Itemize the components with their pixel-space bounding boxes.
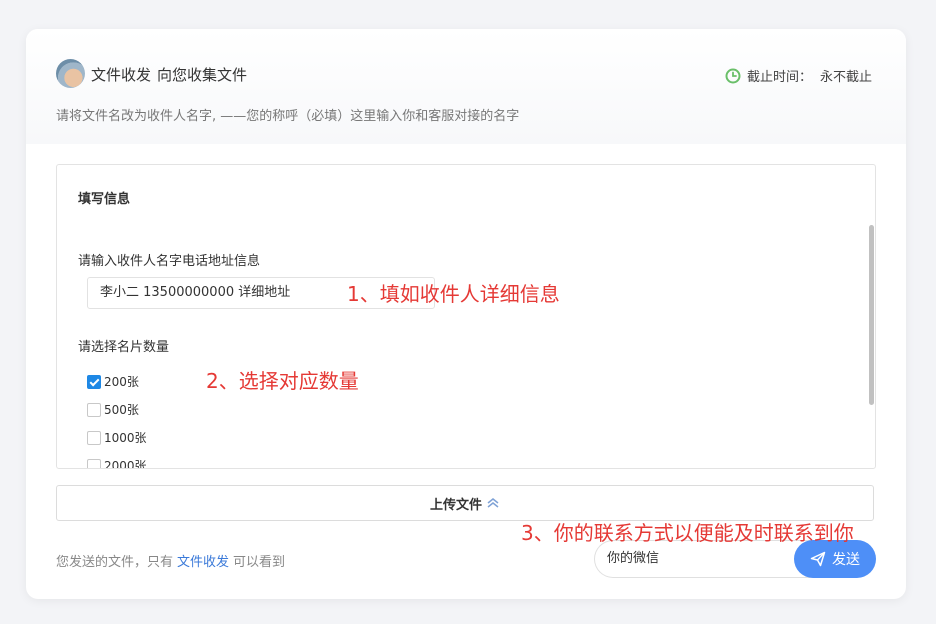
option-1000[interactable]: 1000张: [87, 429, 147, 446]
double-chevron-up-icon: [487, 498, 499, 508]
annotation-step2: 2、选择对应数量: [206, 369, 359, 393]
section-title: 填写信息: [78, 192, 131, 207]
quantity-label: 请选择名片数量: [78, 340, 170, 355]
option-label: 200张: [104, 375, 139, 389]
note-prefix: 您发送的文件，只有: [56, 555, 174, 570]
deadline-info: 截止时间： 永不截止: [725, 66, 872, 85]
page-description: 请将文件名改为收件人名字, ——您的称呼（必填）这里输入你和客服对接的名字: [56, 109, 520, 124]
checkbox-icon[interactable]: [87, 402, 101, 417]
option-500[interactable]: 500张: [87, 401, 139, 418]
deadline-label: 截止时间：: [746, 70, 812, 85]
annotation-step3: 3、你的联系方式以便能及时联系到你: [521, 521, 854, 545]
paper-plane-icon: [810, 551, 826, 567]
privacy-note: 您发送的文件，只有 文件收发 可以看到: [56, 551, 285, 570]
info-form: 填写信息 请输入收件人名字电话地址信息 李小二 13500000000 详细地址…: [56, 164, 876, 469]
option-label: 500张: [104, 403, 139, 417]
clock-icon: [725, 68, 741, 83]
option-200[interactable]: 200张: [87, 373, 139, 390]
send-label: 发送: [832, 552, 860, 568]
collect-files-card: 文件收发 向您收集文件 截止时间： 永不截止 请将文件名改为收件人名字, ——您的…: [26, 29, 906, 599]
scrollbar-thumb[interactable]: [869, 225, 874, 405]
upload-label: 上传文件: [429, 497, 482, 513]
checkbox-checked-icon[interactable]: [87, 374, 101, 389]
checkbox-icon[interactable]: [87, 458, 101, 468]
recipient-info-label: 请输入收件人名字电话地址信息: [78, 254, 261, 269]
page-title: 文件收发 向您收集文件: [91, 64, 253, 85]
option-label: 1000张: [104, 431, 147, 445]
card-header: 文件收发 向您收集文件 截止时间： 永不截止 请将文件名改为收件人名字, ——您的…: [26, 29, 906, 144]
option-2000[interactable]: 2000张: [87, 457, 147, 469]
checkbox-icon[interactable]: [87, 430, 101, 445]
title-subtitle: 向您收集文件: [157, 66, 248, 84]
title-app-name: 文件收发: [91, 66, 152, 84]
avatar: [56, 59, 85, 88]
upload-files-button[interactable]: 上传文件: [56, 485, 874, 521]
app-link[interactable]: 文件收发: [177, 555, 229, 570]
annotation-step1: 1、填如收件人详细信息: [347, 282, 560, 306]
option-label: 2000张: [104, 459, 147, 469]
deadline-value: 永不截止: [819, 70, 872, 85]
note-suffix: 可以看到: [233, 555, 286, 570]
